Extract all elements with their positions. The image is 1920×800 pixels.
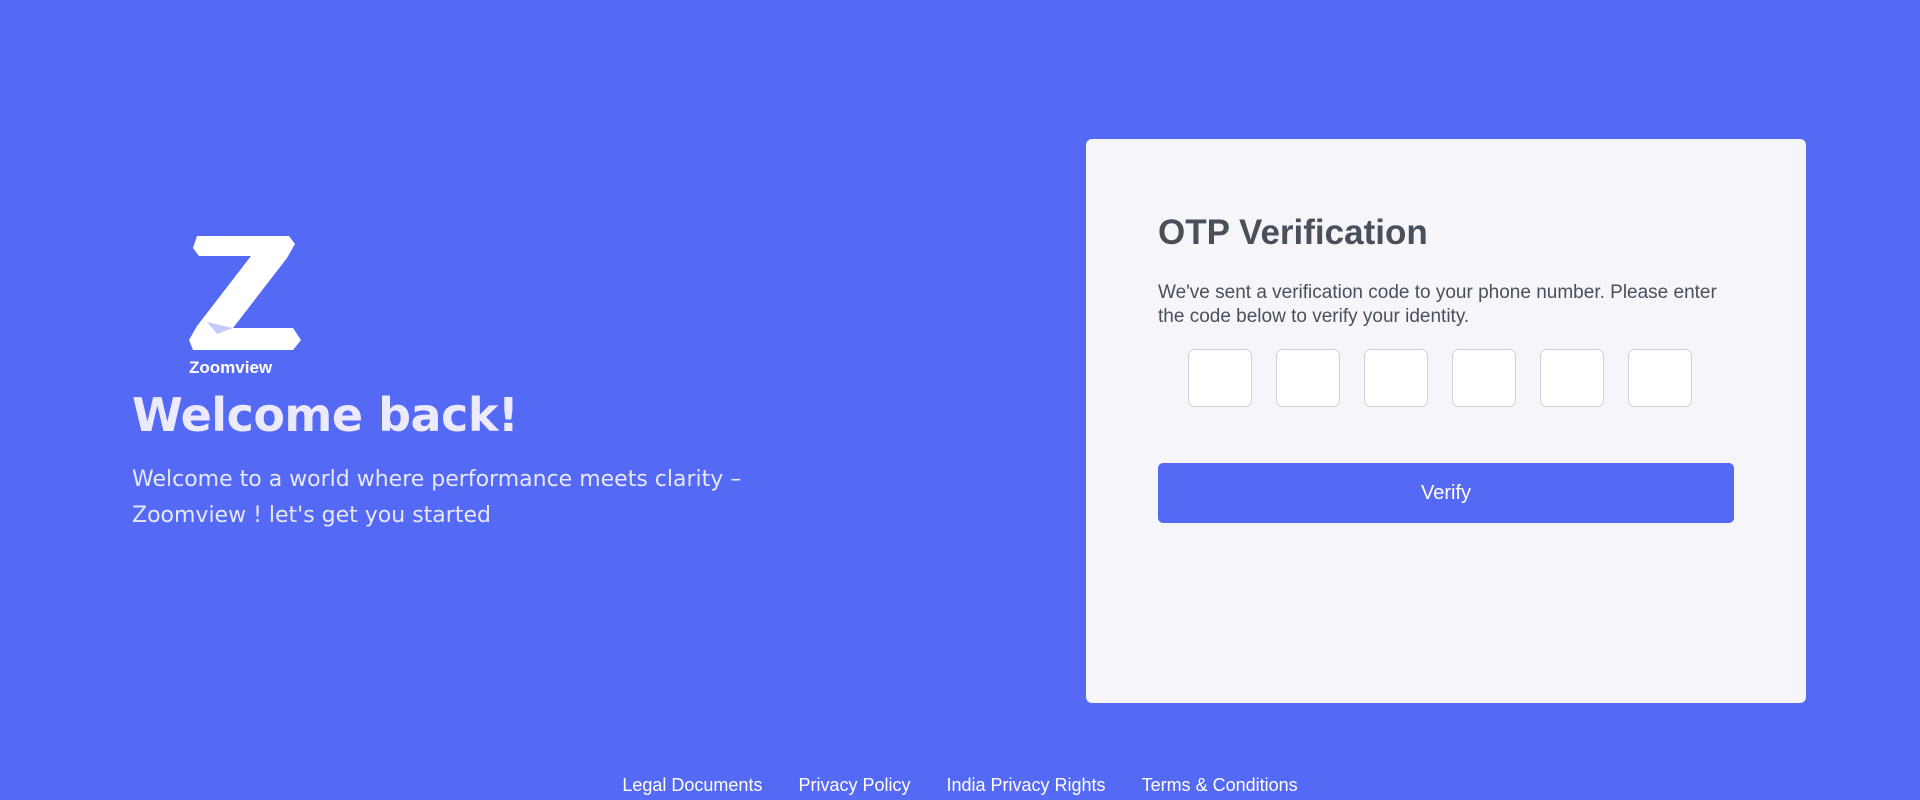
brand-logo: Zoomview [189,234,329,378]
footer-link-legal-documents[interactable]: Legal Documents [622,775,762,796]
footer-link-privacy-policy[interactable]: Privacy Policy [798,775,910,796]
otp-digit-5[interactable] [1540,349,1604,407]
otp-digit-1[interactable] [1188,349,1252,407]
otp-digit-2[interactable] [1276,349,1340,407]
otp-digit-6[interactable] [1628,349,1692,407]
welcome-section: Zoomview Welcome back! Welcome to a worl… [132,234,772,534]
otp-card: OTP Verification We've sent a verificati… [1086,139,1806,703]
otp-digit-3[interactable] [1364,349,1428,407]
zoomview-logo-icon [189,236,301,350]
footer-link-india-privacy-rights[interactable]: India Privacy Rights [946,775,1105,796]
welcome-subtitle: Welcome to a world where performance mee… [132,467,742,528]
brand-name: Zoomview [189,358,273,377]
otp-digit-4[interactable] [1452,349,1516,407]
otp-description: We've sent a verification code to your p… [1158,282,1717,327]
welcome-title: Welcome back! [132,388,519,442]
otp-input-group [1188,349,1692,407]
footer-links: Legal Documents Privacy Policy India Pri… [0,775,1920,796]
footer-link-terms-conditions[interactable]: Terms & Conditions [1142,775,1298,796]
otp-title: OTP Verification [1158,213,1428,252]
verify-button[interactable]: Verify [1158,463,1734,523]
